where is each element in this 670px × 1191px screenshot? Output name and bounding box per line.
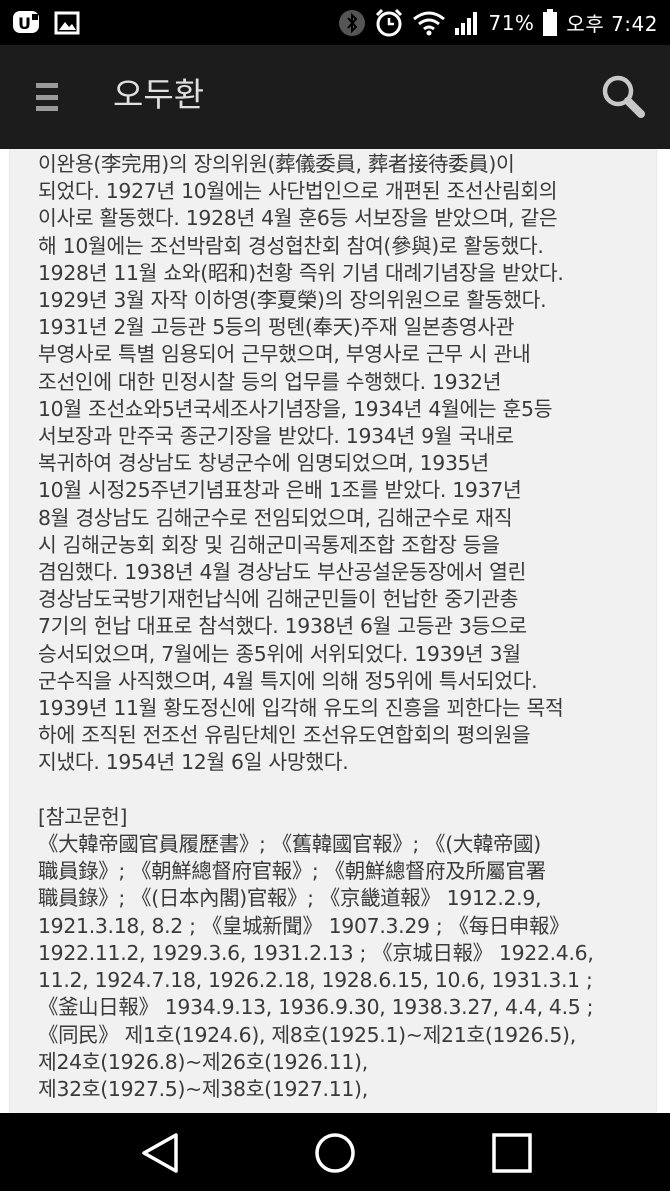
clock: 오후 7:42: [566, 12, 658, 36]
article-card: 이완용(李完用)의 장의위원(葬儀委員, 葬者接待委員)이되었다. 1927년 …: [10, 149, 656, 1113]
gallery-icon: [54, 11, 80, 35]
text-line: 8월 경상남도 김해군수로 전임되었으며, 김해군수로 재직: [38, 505, 513, 530]
wifi-icon: [412, 10, 446, 36]
text-line: 경상남도국방기재헌납식에 김해군민들이 헌납한 중기관총: [38, 587, 519, 612]
text-line: 해 10월에는 조선박람회 경성협찬회 참여(參與)로 활동했다.: [38, 233, 544, 258]
menu-icon: [36, 83, 58, 88]
home-circle-icon: [315, 1133, 355, 1173]
home-button[interactable]: [313, 1131, 357, 1175]
text-line: 11.2, 1924.7.18, 1926.2.18, 1928.6.15, 1…: [38, 968, 593, 993]
text-line: 《釜山日報》 1934.9.13, 1936.9.30, 1938.3.27, …: [38, 995, 594, 1020]
search-icon: [602, 75, 645, 118]
text-line: 1931년 2월 고등관 5등의 펑톈(奉天)주재 일본총영사관: [38, 315, 515, 340]
text-line: 복귀하여 경상남도 창녕군수에 임명되었으며, 1935년: [38, 451, 489, 476]
text-line: 군수직을 사직했으며, 4월 특지에 의해 정5위에 특서되었다.: [38, 668, 538, 693]
recents-square-icon: [492, 1133, 532, 1173]
article-body: 이완용(李完用)의 장의위원(葬儀委員, 葬者接待委員)이되었다. 1927년 …: [38, 151, 648, 1103]
recents-button[interactable]: [490, 1131, 534, 1175]
text-line: 이사로 활동했다. 1928년 4월 훈6등 서보장을 받았으며, 같은: [38, 206, 558, 231]
text-line: 1929년 3월 자작 이하영(李夏榮)의 장의위원으로 활동했다.: [38, 288, 547, 313]
text-line: 부영사로 특별 임용되어 근무했으며, 부영사로 근무 시 관내: [38, 342, 531, 367]
back-button[interactable]: [138, 1131, 182, 1175]
text-line: 職員錄》; 《(日本內閣)官報》; 《京畿道報》 1912.2.9,: [38, 886, 542, 911]
text-line: 《同民》 제1호(1924.6), 제8호(1925.1)~제21호(1926.…: [38, 1022, 576, 1047]
text-line: 하에 조직된 전조선 유림단체인 조선유도연합회의 평의원을: [38, 723, 531, 748]
text-line: 지냈다. 1954년 12월 6일 사망했다.: [38, 750, 349, 775]
page-title: 오두환: [113, 75, 205, 114]
text-line: 서보장과 만주국 종군기장을 받았다. 1934년 9월 국내로: [38, 424, 514, 449]
u-plus-icon: U: [12, 10, 42, 36]
text-line: 이완용(李完用)의 장의위원(葬儀委員, 葬者接待委員)이: [38, 152, 515, 176]
battery-percent: 71%: [488, 10, 535, 35]
text-line: 시 김해군농회 회장 및 김해군미곡통제조합 조합장 등을: [38, 532, 500, 557]
text-line: 職員錄》; 《朝鮮總督府官報》; 《朝鮮總督府及所屬官署: [38, 859, 546, 884]
text-line: 1922.11.2, 1929.3.6, 1931.2.13 ; 《京城日報》 …: [38, 940, 594, 965]
text-line: 겸임했다. 1938년 4월 경상남도 부산공설운동장에서 열린: [38, 560, 527, 585]
back-triangle-icon: [142, 1133, 178, 1173]
text-line: 되었다. 1927년 10월에는 사단법인으로 개편된 조선산림회의: [38, 179, 558, 204]
text-line: 1939년 11월 황도정신에 입각해 유도의 진흥을 꾀한다는 목적: [38, 696, 564, 721]
text-line: 《大韓帝國官員履歷書》; 《舊韓國官報》; 《(大韓帝國): [38, 832, 541, 857]
status-bar: U 71% 오후 7:42: [0, 0, 670, 45]
text-line: 10월 조선쇼와5년국세조사기념장을, 1934년 4월에는 훈5등: [38, 396, 553, 421]
content-area[interactable]: 이완용(李完用)의 장의위원(葬儀委員, 葬者接待委員)이되었다. 1927년 …: [0, 149, 670, 1113]
text-line: 승서되었으며, 7월에는 종5위에 서위되었다. 1939년 3월: [38, 641, 521, 666]
menu-button[interactable]: [36, 83, 58, 111]
battery-icon: [542, 8, 558, 37]
bluetooth-icon: [338, 9, 366, 37]
signal-icon: [454, 10, 480, 36]
text-line: 10월 시정25주년기념표창과 은배 1조를 받았다. 1937년: [38, 478, 522, 503]
app-bar: 오두환: [0, 45, 670, 149]
text-line: 7기의 헌납 대표로 참석했다. 1938년 6월 고등관 3등으로: [38, 614, 527, 639]
alarm-icon: [374, 8, 404, 38]
text-line: 1928년 11월 쇼와(昭和)천황 즉위 기념 대례기념장을 받았다.: [38, 260, 564, 285]
text-line: 조선인에 대한 민정시찰 등의 업무를 수행했다. 1932년: [38, 369, 502, 394]
text-line: 1921.3.18, 8.2 ; 《皇城新聞》 1907.3.29 ; 《每日申…: [38, 913, 570, 938]
search-button[interactable]: [600, 73, 646, 119]
text-line: 제32호(1927.5)~제38호(1927.11),: [38, 1076, 368, 1101]
svg-text:U: U: [18, 14, 31, 33]
navigation-bar: [0, 1113, 670, 1191]
text-line: 제24호(1926.8)~제26호(1926.11),: [38, 1049, 368, 1074]
references-heading: [참고문헌]: [38, 804, 128, 829]
